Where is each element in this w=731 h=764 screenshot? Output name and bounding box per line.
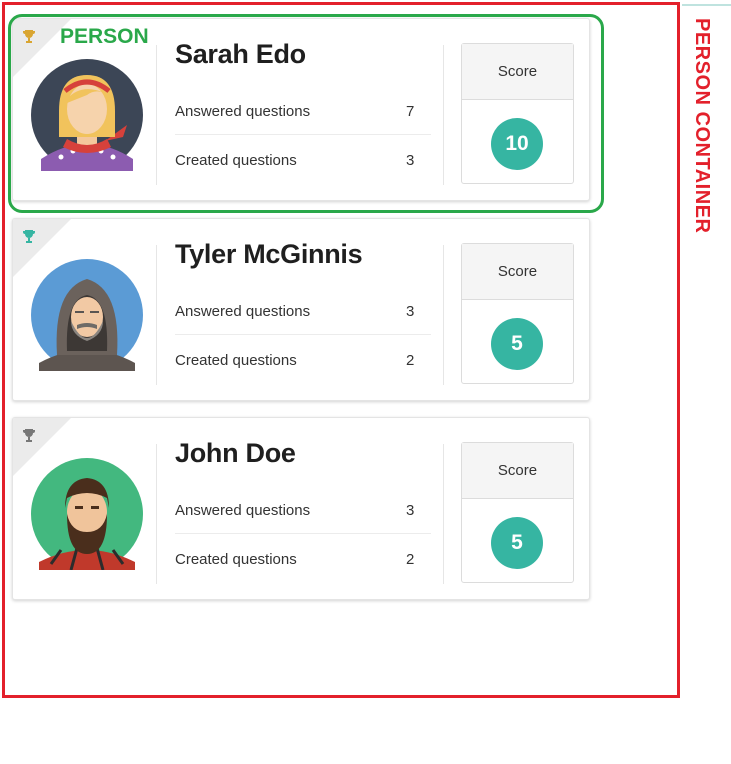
avatar — [31, 259, 143, 371]
created-questions-value: 2 — [406, 551, 415, 568]
created-questions-value: 2 — [406, 352, 415, 369]
created-questions-label: Created questions — [175, 352, 297, 369]
hooded-bearded-avatar-icon — [31, 259, 143, 371]
trophy-gray-icon — [23, 429, 35, 442]
card-divider — [156, 245, 157, 385]
window-edge — [682, 4, 731, 6]
score-label: Score — [462, 443, 573, 499]
answered-questions-label: Answered questions — [175, 303, 311, 320]
card-divider — [443, 444, 444, 584]
person-card[interactable]: Tyler McGinnis Answered questions 3 Crea… — [12, 218, 590, 401]
person-name: Tyler McGinnis — [175, 239, 363, 269]
person-label: PERSON — [60, 25, 149, 48]
score-label: Score — [462, 244, 573, 300]
created-questions-label: Created questions — [175, 551, 297, 568]
score-box: Score 5 — [461, 442, 574, 583]
score-badge: 5 — [491, 517, 543, 569]
stat-separator — [175, 533, 431, 534]
score-badge: 5 — [491, 318, 543, 370]
person-card[interactable]: John Doe Answered questions 3 Created qu… — [12, 417, 590, 600]
answered-questions-value: 3 — [406, 502, 415, 519]
answered-questions-label: Answered questions — [175, 502, 311, 519]
trophy-teal-icon — [23, 230, 35, 243]
stat-separator — [175, 334, 431, 335]
card-divider — [156, 444, 157, 584]
card-divider — [443, 245, 444, 385]
score-box: Score 5 — [461, 243, 574, 384]
bearded-man-avatar-icon — [31, 458, 143, 571]
person-container-label: PERSON CONTAINER — [691, 18, 713, 234]
avatar — [31, 458, 143, 571]
person-name: John Doe — [175, 438, 296, 468]
answered-questions-value: 3 — [406, 303, 415, 320]
